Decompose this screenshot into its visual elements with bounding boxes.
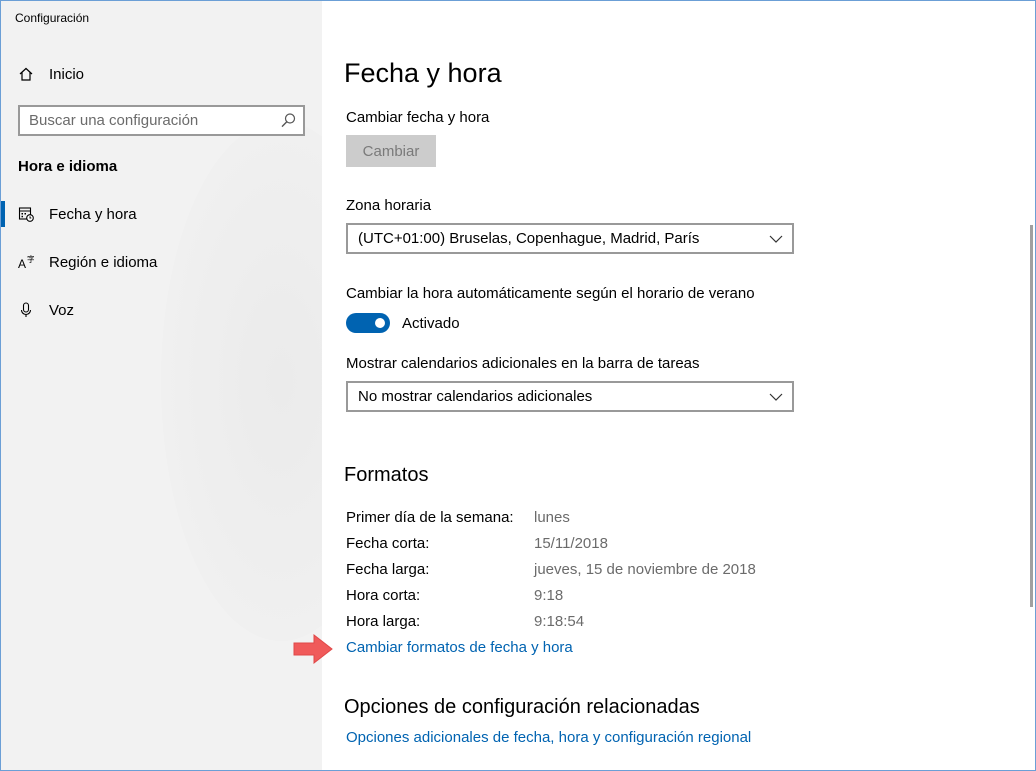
format-key: Fecha larga: [346,561,430,578]
dst-toggle[interactable] [346,313,390,333]
svg-text:字: 字 [27,254,34,264]
format-value: lunes [534,509,570,526]
change-date-button[interactable]: Cambiar [346,135,436,167]
page-title: Fecha y hora [344,58,502,88]
sidebar-item-home[interactable]: Inicio [1,52,322,96]
change-date-label: Cambiar fecha y hora [346,109,490,126]
search-field[interactable] [18,105,305,136]
scrollbar[interactable] [1030,225,1033,607]
annotation-arrow-icon [292,632,334,671]
chevron-down-icon [768,389,784,405]
sidebar-item-fecha-y-hora[interactable]: Fecha y hora [1,192,322,236]
format-value: 15/11/2018 [534,535,608,552]
language-icon: A字 [18,254,34,270]
toggle-knob [375,318,385,328]
calendars-label: Mostrar calendarios adicionales en la ba… [346,355,700,372]
home-icon [18,66,34,82]
timezone-label: Zona horaria [346,197,432,214]
search-input[interactable] [20,107,275,134]
calendar-clock-icon [18,206,34,222]
additional-regional-settings-link[interactable]: Opciones adicionales de fecha, hora y co… [346,729,751,746]
sidebar-item-region-e-idioma[interactable]: A字 Región e idioma [1,240,322,284]
related-settings-title: Opciones de configuración relacionadas [344,696,700,718]
format-key: Hora larga: [346,613,421,630]
dst-label: Cambiar la hora automáticamente según el… [346,285,755,302]
search-icon[interactable] [280,112,297,129]
format-value: 9:18 [534,587,564,604]
sidebar-item-voz[interactable]: Voz [1,288,322,332]
sidebar: Inicio Hora e idioma Fecha y hora A字 Reg… [1,1,401,770]
timezone-value: (UTC+01:00) Bruselas, Copenhague, Madrid… [358,230,700,247]
format-value: jueves, 15 de noviembre de 2018 [534,561,756,578]
sidebar-item-label: Región e idioma [49,253,158,271]
change-formats-link[interactable]: Cambiar formatos de fecha y hora [346,639,573,656]
chevron-down-icon [768,231,784,247]
settings-window: Inicio Hora e idioma Fecha y hora A字 Reg… [0,0,1036,771]
calendars-dropdown[interactable]: No mostrar calendarios adicionales [346,381,794,412]
format-key: Fecha corta: [346,535,430,552]
svg-text:A: A [18,257,26,270]
app-title: Configuración [15,11,90,25]
main-content: Fecha y hora Cambiar fecha y hora Cambia… [293,1,1035,770]
formats-title: Formatos [344,464,429,486]
timezone-dropdown[interactable]: (UTC+01:00) Bruselas, Copenhague, Madrid… [346,223,794,254]
sidebar-item-label: Fecha y hora [49,205,137,223]
active-indicator [1,201,5,227]
sidebar-item-label: Inicio [49,65,85,83]
sidebar-section-title: Hora e idioma [18,158,118,175]
sidebar-item-label: Voz [49,301,75,319]
calendars-value: No mostrar calendarios adicionales [358,388,593,405]
format-value: 9:18:54 [534,613,585,630]
dst-toggle-state: Activado [402,315,460,332]
format-key: Hora corta: [346,587,421,604]
microphone-icon [18,302,34,318]
format-key: Primer día de la semana: [346,509,514,526]
